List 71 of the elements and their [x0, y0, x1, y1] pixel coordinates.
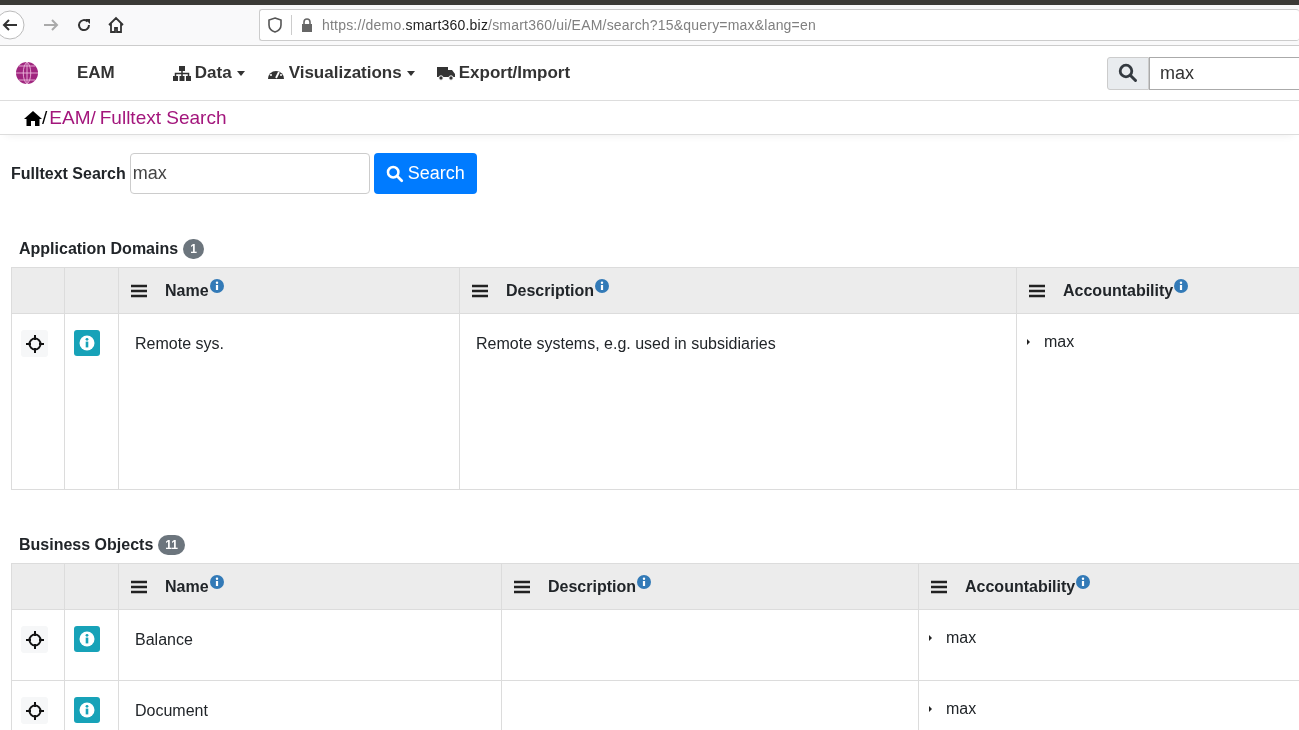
- back-icon[interactable]: [0, 10, 27, 40]
- bullet-icon: [1027, 339, 1030, 345]
- nav-menu-item[interactable]: Visualizations: [266, 63, 415, 83]
- bullet-icon: [929, 635, 932, 641]
- shield-icon: [268, 17, 282, 33]
- menu-icon[interactable]: [931, 579, 947, 594]
- lock-icon: [301, 18, 313, 32]
- crosshair-icon: [25, 334, 44, 353]
- crosshair-icon: [25, 630, 44, 649]
- search-field[interactable]: max: [1149, 56, 1299, 90]
- column-header[interactable]: Description: [548, 577, 636, 596]
- menu-icon[interactable]: [514, 579, 530, 594]
- breadcrumb-link[interactable]: Fulltext Search: [99, 106, 227, 129]
- home-icon[interactable]: [24, 109, 42, 126]
- column-header[interactable]: Name: [165, 577, 209, 596]
- column-header[interactable]: Name: [165, 281, 209, 300]
- home-icon[interactable]: [107, 16, 125, 34]
- caret-icon: [236, 70, 245, 76]
- move-button[interactable]: [21, 330, 48, 357]
- caret-icon: [406, 70, 415, 76]
- reload-icon[interactable]: [75, 16, 93, 34]
- info-icon[interactable]: [595, 278, 609, 293]
- crosshair-icon: [25, 701, 44, 720]
- info-icon[interactable]: [1174, 278, 1189, 293]
- info-icon: [79, 335, 95, 351]
- nav-menu-item[interactable]: Export/Import: [436, 63, 571, 83]
- nav-menu-item[interactable]: Data: [172, 63, 245, 83]
- address-bar[interactable]: https://demo.smart360.biz/smart360/ui/EAM/search?15&query=max&lang=en: [259, 9, 1299, 41]
- section-title: Business Objects: [19, 536, 154, 554]
- breadcrumb-separator: /: [42, 106, 48, 129]
- search-label: Fulltext Search: [11, 164, 126, 183]
- column-header[interactable]: Accountability: [965, 577, 1076, 596]
- info-icon[interactable]: [209, 278, 224, 293]
- brand-link[interactable]: EAM: [77, 63, 115, 83]
- truck-icon: [436, 65, 455, 81]
- url-text: https://demo.smart360.biz/smart360/ui/EAM/search?15&query=max&lang=en: [322, 17, 816, 33]
- info-button[interactable]: [74, 626, 100, 652]
- column-header[interactable]: Description: [506, 281, 594, 300]
- menu-icon[interactable]: [472, 283, 488, 298]
- info-icon[interactable]: [637, 574, 651, 589]
- section-title: Application Domains: [19, 240, 179, 258]
- description-text: Remote systems, e.g. used in subsidiaries: [476, 334, 776, 353]
- info-icon: [79, 702, 95, 718]
- name-text: Balance: [135, 630, 193, 649]
- info-button[interactable]: [74, 330, 100, 356]
- accountability-text: max: [1044, 333, 1075, 351]
- search-button[interactable]: [1107, 56, 1149, 90]
- search-button[interactable]: Search: [373, 153, 477, 194]
- move-button[interactable]: [21, 626, 48, 653]
- menu-icon[interactable]: [131, 579, 147, 594]
- globe-logo-icon[interactable]: [15, 61, 39, 85]
- menu-icon[interactable]: [131, 283, 147, 298]
- fulltext-search-field[interactable]: max: [129, 153, 370, 194]
- search-icon: [385, 164, 404, 183]
- info-icon[interactable]: [1076, 574, 1091, 589]
- breadcrumb-link[interactable]: EAM/: [49, 106, 96, 129]
- info-button[interactable]: [74, 697, 100, 723]
- column-header[interactable]: Accountability: [1063, 281, 1174, 300]
- sitemap-icon: [172, 65, 191, 81]
- bullet-icon: [929, 706, 932, 712]
- info-icon[interactable]: [209, 574, 224, 589]
- move-button[interactable]: [21, 697, 48, 724]
- count-badge: 11: [158, 535, 185, 555]
- name-text: Document: [135, 701, 208, 720]
- accountability-text: max: [946, 629, 977, 647]
- search-icon: [1118, 63, 1138, 83]
- name-text: Remote sys.: [135, 334, 224, 353]
- accountability-text: max: [946, 700, 977, 718]
- count-badge: 1: [183, 239, 204, 259]
- info-icon: [79, 631, 95, 647]
- menu-icon[interactable]: [1029, 283, 1045, 298]
